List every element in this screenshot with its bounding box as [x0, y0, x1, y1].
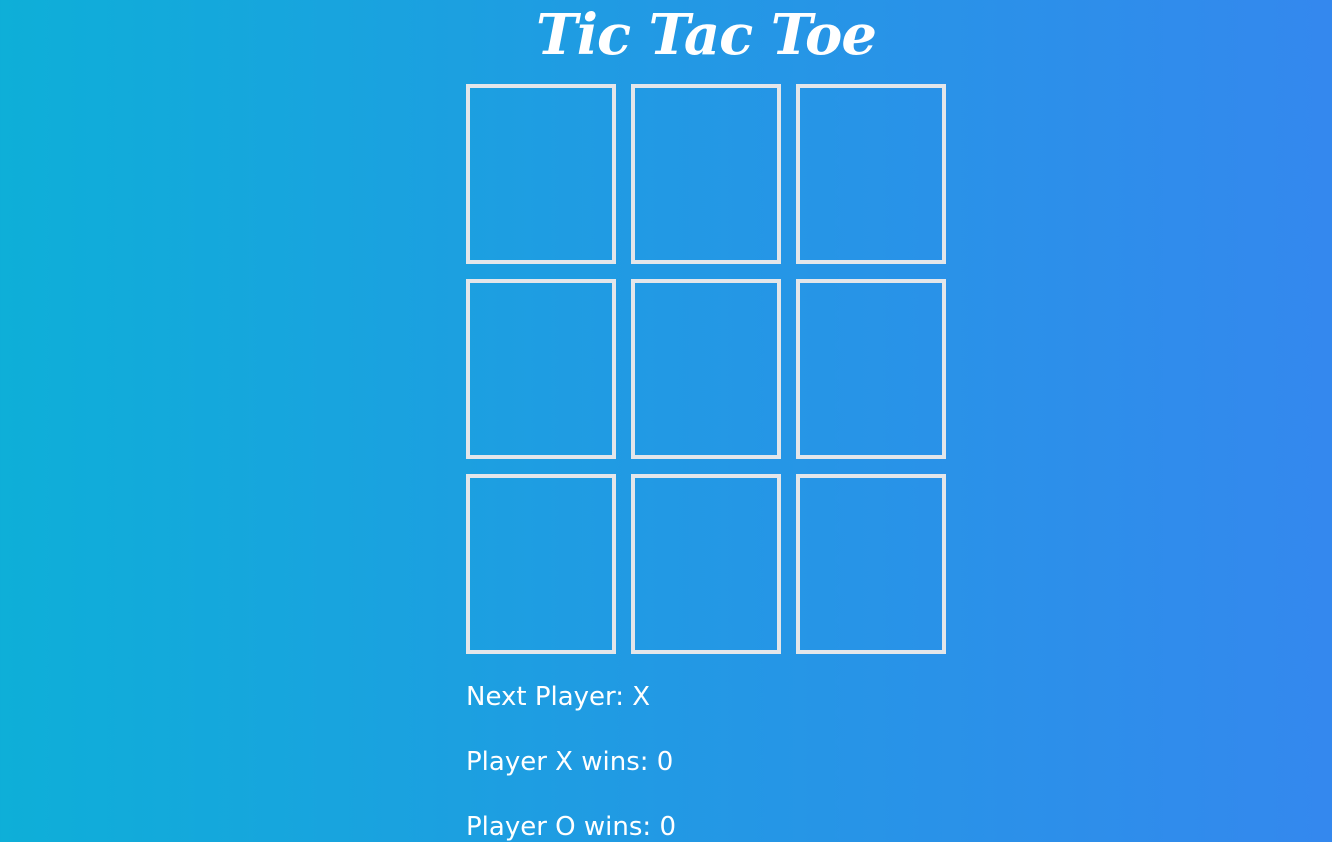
board-cell-2[interactable]	[631, 84, 781, 264]
board-cell-4[interactable]	[466, 279, 616, 459]
player-x-wins: Player X wins: 0	[466, 747, 674, 777]
page-title: Tic Tac Toe	[536, 2, 877, 68]
next-player-status: Next Player: X	[466, 682, 651, 712]
board-cell-7[interactable]	[466, 474, 616, 654]
board-cell-8[interactable]	[631, 474, 781, 654]
board-cell-6[interactable]	[796, 279, 946, 459]
board-cell-5[interactable]	[631, 279, 781, 459]
game-board	[466, 84, 946, 654]
player-o-wins: Player O wins: 0	[466, 812, 676, 842]
board-cell-3[interactable]	[796, 84, 946, 264]
board-cell-1[interactable]	[466, 84, 616, 264]
board-cell-9[interactable]	[796, 474, 946, 654]
